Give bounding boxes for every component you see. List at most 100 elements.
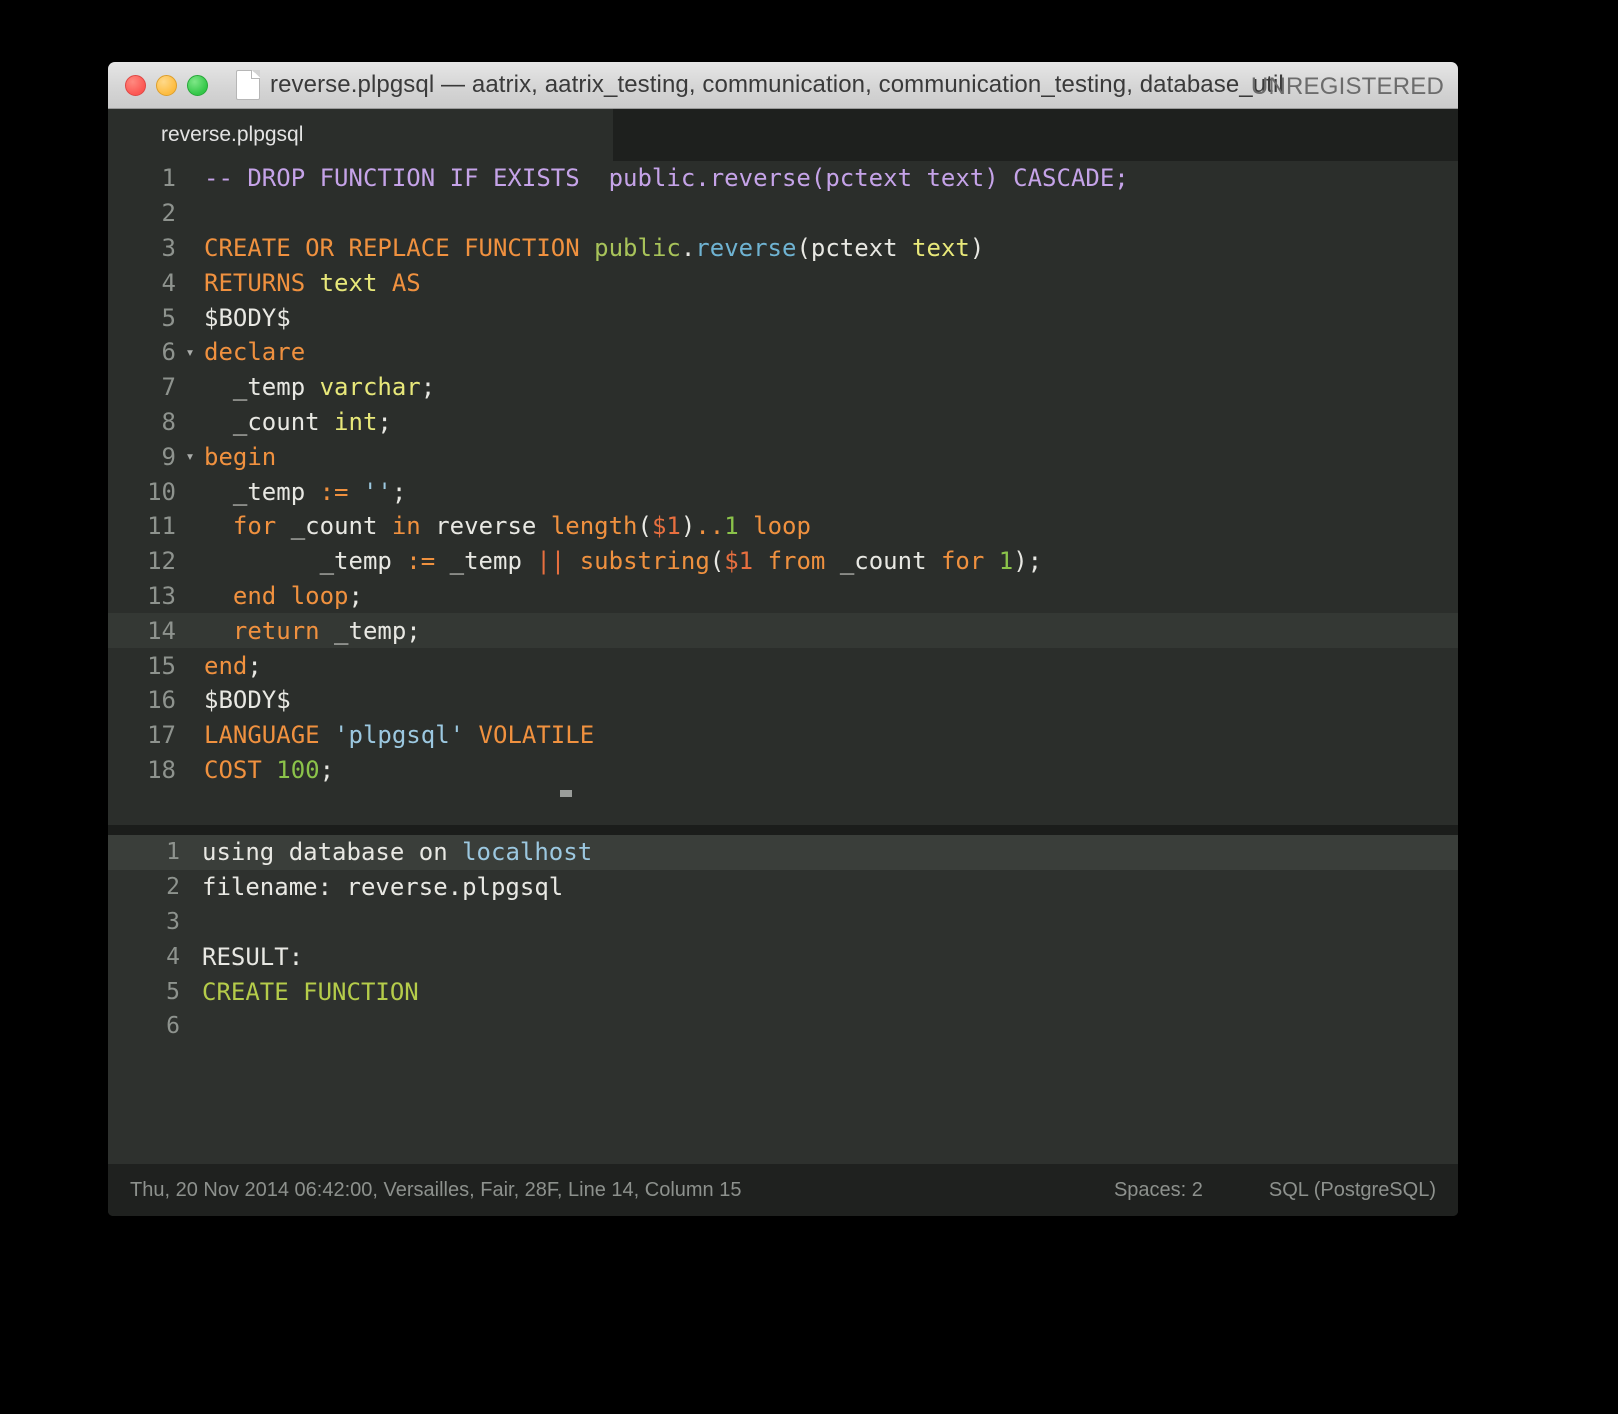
unregistered-watermark: UNREGISTERED — [1250, 73, 1444, 100]
line-number: 8 — [161, 407, 176, 436]
code-line[interactable]: 9 ▾ begin — [108, 439, 1458, 474]
line-number: 12 — [147, 547, 176, 576]
tab-bar: reverse.plpgsql — [108, 109, 1458, 161]
output-text: using database on localhost — [202, 838, 593, 867]
tab-bar-empty-area — [613, 109, 1458, 161]
fold-placeholder: · — [176, 728, 204, 743]
output-line-number: 6 — [166, 1013, 180, 1040]
code-text: RETURNS text AS — [204, 268, 421, 297]
code-line[interactable]: 1·-- DROP FUNCTION IF EXISTS public.reve… — [108, 161, 1458, 196]
output-line-number: 5 — [166, 978, 180, 1005]
output-lines: 1 using database on localhost 2 filename: r… — [108, 835, 1458, 1044]
fold-placeholder: · — [176, 275, 204, 290]
close-button[interactable] — [125, 74, 146, 96]
code-line[interactable]: 3·CREATE OR REPLACE FUNCTION public.reve… — [108, 231, 1458, 266]
fold-placeholder: · — [176, 693, 204, 708]
code-text: for _count in reverse length($1)..1 loop — [232, 512, 811, 541]
fold-placeholder: · — [176, 310, 204, 325]
window-controls[interactable] — [125, 74, 208, 96]
chevron-down-icon[interactable]: ▾ — [176, 344, 204, 360]
fold-placeholder: · — [176, 414, 204, 429]
panel-divider[interactable] — [108, 825, 1458, 835]
code-text: return _temp; — [232, 616, 421, 645]
code-text: end; — [204, 651, 262, 680]
code-line[interactable]: 10· _temp := ''; — [108, 474, 1458, 509]
output-line-number: 1 — [166, 839, 180, 866]
code-lines: 1·-- DROP FUNCTION IF EXISTS public.reve… — [108, 161, 1458, 787]
code-line[interactable]: 5·$BODY$ — [108, 300, 1458, 335]
window-title-group: reverse.plpgsql — aatrix, aatrix_testing… — [108, 62, 1458, 108]
status-info: Thu, 20 Nov 2014 06:42:00, Versailles, F… — [130, 1178, 742, 1201]
code-text: _count int; — [204, 407, 392, 436]
code-text: _temp := ''; — [204, 477, 407, 506]
code-text: $BODY$ — [204, 686, 291, 715]
output-line-number: 3 — [166, 908, 180, 935]
output-panel[interactable]: 1 using database on localhost 2 filename: r… — [108, 835, 1458, 1165]
code-text: _temp := _temp || substring($1 from _cou… — [204, 547, 1043, 576]
line-number: 16 — [147, 686, 176, 715]
code-text: LANGUAGE 'plpgsql' VOLATILE — [204, 721, 595, 750]
code-line[interactable]: 16·$BODY$ — [108, 683, 1458, 718]
code-line[interactable]: 8· _count int; — [108, 405, 1458, 440]
line-number: 13 — [147, 581, 176, 610]
line-number: 4 — [161, 268, 176, 297]
tab-reverse-plpgsql[interactable]: reverse.plpgsql — [108, 109, 613, 161]
maximize-button[interactable] — [187, 74, 208, 96]
code-line[interactable]: 11· for _count in reverse length($1)..1 … — [108, 509, 1458, 544]
tab-label: reverse.plpgsql — [161, 123, 304, 146]
code-text: -- DROP FUNCTION IF EXISTS public.revers… — [204, 164, 1129, 193]
fold-placeholder: · — [176, 240, 204, 255]
line-number: 17 — [147, 721, 176, 750]
code-line[interactable]: 18·COST 100; — [108, 753, 1458, 788]
code-text: end loop; — [232, 581, 363, 610]
fold-placeholder: · — [176, 519, 204, 534]
minimize-button[interactable] — [156, 74, 177, 96]
line-number: 9 — [161, 442, 176, 471]
line-number: 14 — [147, 616, 176, 645]
fold-placeholder: · — [176, 171, 204, 186]
output-text: CREATE FUNCTION — [202, 977, 419, 1006]
output-line[interactable]: 5 CREATE FUNCTION — [108, 974, 1458, 1009]
fold-placeholder: · — [176, 762, 204, 777]
fold-placeholder: · — [176, 484, 204, 499]
line-number: 18 — [147, 755, 176, 784]
output-line[interactable]: 3 — [108, 905, 1458, 940]
line-number: 7 — [161, 373, 176, 402]
line-number: 6 — [161, 338, 176, 367]
output-line[interactable]: 1 using database on localhost — [108, 835, 1458, 870]
code-line[interactable]: 15·end; — [108, 648, 1458, 683]
code-text: COST 100; — [204, 755, 335, 784]
chevron-down-icon[interactable]: ▾ — [176, 449, 204, 464]
code-line[interactable]: 7· _temp varchar; — [108, 370, 1458, 405]
document-icon — [236, 70, 260, 100]
code-line[interactable]: 4·RETURNS text AS — [108, 265, 1458, 300]
text-cursor — [560, 790, 572, 797]
code-line[interactable]: 6 ▾ declare — [108, 335, 1458, 370]
code-line[interactable]: 12· _temp := _temp || substring($1 from … — [108, 544, 1458, 579]
code-line[interactable]: 13· end loop; — [108, 579, 1458, 614]
output-text: filename: reverse.plpgsql — [202, 873, 564, 902]
status-syntax[interactable]: SQL (PostgreSQL) — [1269, 1179, 1436, 1202]
output-line[interactable]: 4 RESULT: — [108, 939, 1458, 974]
line-number: 11 — [147, 512, 176, 541]
line-number: 10 — [147, 477, 176, 506]
status-right-group: Spaces: 2 SQL (PostgreSQL) — [1114, 1179, 1436, 1202]
output-line[interactable]: 2 filename: reverse.plpgsql — [108, 870, 1458, 905]
status-spaces[interactable]: Spaces: 2 — [1114, 1179, 1203, 1202]
code-line[interactable]: 14· return _temp; — [108, 613, 1458, 649]
output-line-number: 2 — [166, 874, 180, 901]
line-number: 15 — [147, 651, 176, 680]
code-editor[interactable]: 1·-- DROP FUNCTION IF EXISTS public.reve… — [108, 161, 1458, 825]
fold-placeholder: · — [176, 554, 204, 569]
window-titlebar[interactable]: reverse.plpgsql — aatrix, aatrix_testing… — [108, 62, 1458, 109]
line-number: 1 — [161, 164, 176, 193]
output-line[interactable]: 6 — [108, 1009, 1458, 1044]
fold-placeholder: · — [176, 206, 204, 221]
code-line[interactable]: 2· — [108, 196, 1458, 231]
output-text: RESULT: — [202, 942, 304, 971]
line-number: 3 — [161, 233, 176, 262]
code-line[interactable]: 17·LANGUAGE 'plpgsql' VOLATILE — [108, 718, 1458, 753]
code-text: declare — [204, 338, 306, 367]
code-text: _temp varchar; — [204, 373, 436, 402]
line-number: 5 — [161, 303, 176, 332]
